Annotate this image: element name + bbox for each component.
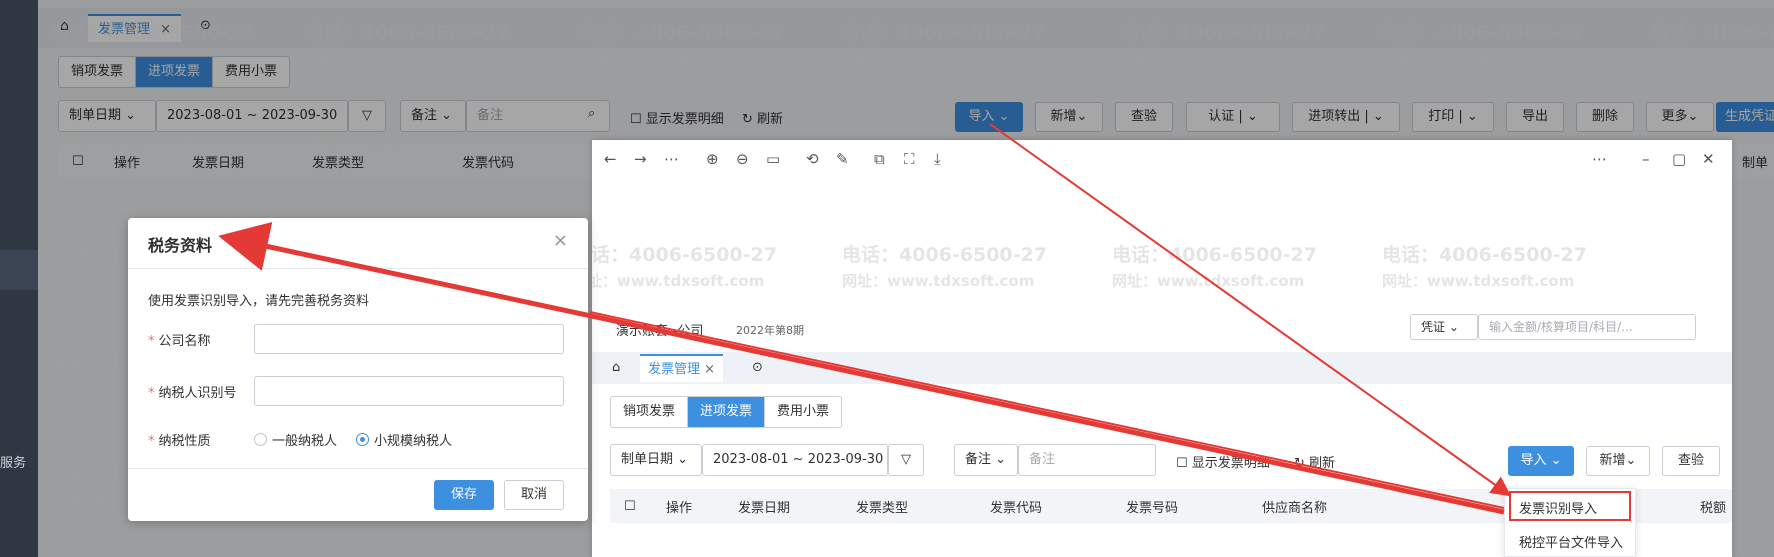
annotation-arrows [218, 123, 1512, 515]
arrow-to-dialog-title [218, 221, 1505, 515]
arrow-import-to-menu [989, 123, 1512, 497]
arrow-to-dialog-thin [589, 311, 1505, 509]
